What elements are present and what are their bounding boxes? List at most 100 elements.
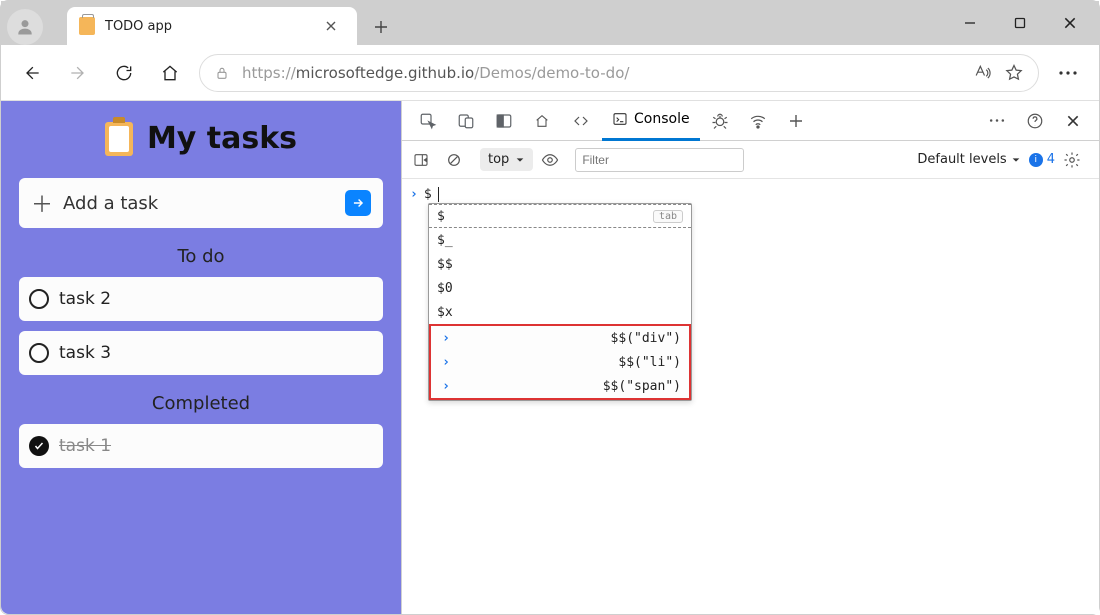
execution-context-dropdown[interactable]: top (480, 148, 533, 171)
inspect-icon (419, 112, 437, 130)
console-settings-button[interactable] (1063, 151, 1089, 169)
checked-circle-icon[interactable] (29, 436, 49, 456)
text-caret (438, 187, 439, 202)
plus-icon (789, 114, 803, 128)
autocomplete-item[interactable]: $x (429, 300, 691, 324)
home-icon (160, 63, 180, 83)
autocomplete-popup: $ tab $_ $$ $0 $x ›$$("div") ›$$("li") ›… (428, 203, 692, 401)
more-horizontal-icon (1058, 70, 1078, 76)
tab-sources[interactable] (702, 103, 738, 139)
gear-icon (1063, 151, 1081, 169)
device-toolbar-button[interactable] (448, 103, 484, 139)
live-expression-button[interactable] (541, 151, 567, 169)
window-maximize-button[interactable] (995, 1, 1045, 45)
task-item[interactable]: task 3 (19, 331, 383, 375)
issues-counter[interactable]: i 4 (1029, 152, 1055, 167)
refresh-button[interactable] (107, 56, 141, 90)
unchecked-circle-icon[interactable] (29, 343, 49, 363)
dock-icon (495, 112, 513, 130)
eye-icon (541, 151, 559, 169)
autocomplete-item[interactable]: $$ (429, 252, 691, 276)
prompt-chevron-icon: › (410, 187, 418, 202)
task-item-completed[interactable]: task 1 (19, 424, 383, 468)
plus-icon (374, 20, 388, 34)
close-icon (1063, 16, 1077, 30)
bug-icon (710, 112, 730, 130)
devtools-close-button[interactable] (1055, 103, 1091, 139)
arrow-left-icon (22, 63, 42, 83)
prompt-chevron-icon: › (439, 379, 453, 394)
prompt-chevron-icon: › (439, 331, 453, 346)
console-body[interactable]: › $ $ tab $_ $$ $0 $x ›$$("div") ›$$("li… (402, 179, 1099, 614)
tab-network[interactable] (740, 103, 776, 139)
window-close-button[interactable] (1045, 1, 1095, 45)
back-button[interactable] (15, 56, 49, 90)
refresh-icon (114, 63, 134, 83)
content-area: My tasks ＋ Add a task To do task 2 task … (1, 101, 1099, 614)
add-task-input[interactable]: ＋ Add a task (19, 178, 383, 228)
chevron-down-icon (515, 155, 525, 165)
history-item[interactable]: ›$$("li") (431, 350, 689, 374)
person-icon (15, 17, 35, 37)
console-filter-input[interactable] (575, 148, 744, 172)
autocomplete-item[interactable]: $0 (429, 276, 691, 300)
tab-close-button[interactable] (317, 12, 345, 40)
tab-elements[interactable] (562, 101, 600, 141)
devtools-tabbar: Console (402, 101, 1099, 141)
window-controls (945, 1, 1095, 45)
autocomplete-history-highlight: ›$$("div") ›$$("li") ›$$("span") (429, 324, 691, 400)
autocomplete-item-selected[interactable]: $ tab (429, 204, 691, 228)
tab-welcome[interactable] (524, 101, 560, 141)
clear-console-button[interactable] (446, 152, 472, 168)
profile-avatar[interactable] (7, 9, 43, 45)
browser-tab-active[interactable]: TODO app (67, 7, 357, 45)
history-item[interactable]: ›$$("span") (431, 374, 689, 398)
more-horizontal-icon (988, 118, 1006, 123)
new-tab-button[interactable] (363, 9, 399, 45)
section-todo-heading: To do (19, 246, 383, 267)
console-input-row[interactable]: › $ (410, 183, 1091, 205)
history-item[interactable]: ›$$("div") (431, 326, 689, 350)
read-aloud-icon[interactable] (972, 63, 992, 83)
forward-button (61, 56, 95, 90)
autocomplete-item[interactable]: $_ (429, 228, 691, 252)
favorite-star-icon[interactable] (1004, 63, 1024, 83)
todo-app: My tasks ＋ Add a task To do task 2 task … (1, 101, 401, 614)
window-minimize-button[interactable] (945, 1, 995, 45)
section-completed-heading: Completed (19, 393, 383, 414)
tab-key-hint: tab (653, 210, 683, 223)
lock-icon (214, 65, 230, 81)
add-task-submit-button[interactable] (345, 190, 371, 216)
home-button[interactable] (153, 56, 187, 90)
log-levels-dropdown[interactable]: Default levels (917, 152, 1020, 167)
sidebar-icon (412, 152, 430, 168)
maximize-icon (1014, 17, 1026, 29)
task-label: task 1 (59, 436, 111, 456)
home-icon (534, 113, 550, 129)
address-bar[interactable]: https://microsoftedge.github.io/Demos/de… (199, 54, 1039, 92)
tab-console[interactable]: Console (602, 101, 700, 141)
console-toolbar: top Default levels i 4 (402, 141, 1099, 179)
console-input-value: $ (424, 187, 432, 202)
devices-icon (457, 112, 475, 130)
arrow-right-icon (68, 63, 88, 83)
tab-console-label: Console (634, 111, 690, 127)
task-label: task 2 (59, 289, 111, 309)
console-icon (612, 111, 628, 127)
clipboard-icon (79, 17, 95, 35)
console-sidebar-toggle[interactable] (412, 152, 438, 168)
unchecked-circle-icon[interactable] (29, 289, 49, 309)
code-icon (572, 113, 590, 129)
devtools-more-button[interactable] (979, 103, 1015, 139)
dock-side-button[interactable] (486, 103, 522, 139)
help-icon (1026, 112, 1044, 130)
task-item[interactable]: task 2 (19, 277, 383, 321)
prompt-chevron-icon: › (439, 355, 453, 370)
settings-more-button[interactable] (1051, 56, 1085, 90)
clear-icon (446, 152, 462, 168)
more-tabs-button[interactable] (778, 103, 814, 139)
clipboard-icon (105, 122, 133, 156)
inspect-element-button[interactable] (410, 103, 446, 139)
devtools-help-button[interactable] (1017, 103, 1053, 139)
minimize-icon (964, 17, 976, 29)
